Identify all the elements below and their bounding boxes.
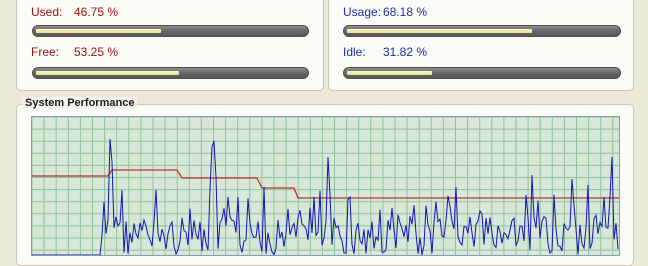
cpu-idle-value: 31.82 %: [383, 45, 428, 59]
cpu-usage-bar: [343, 25, 621, 37]
memory-used-label: Used:: [31, 5, 63, 19]
memory-free-bar: [32, 67, 309, 79]
memory-used-bar-fill: [36, 29, 161, 33]
memory-used-value: 46.75 %: [74, 5, 119, 19]
cpu-usage-label: Usage:: [343, 5, 382, 19]
memory-history-line: [32, 169, 619, 199]
memory-free-value: 53.25 %: [74, 45, 119, 59]
cpu-idle-bar: [343, 67, 621, 79]
graph-grid: [32, 117, 619, 255]
system-performance-title: System Performance: [22, 97, 138, 109]
performance-graph-canvas: [32, 117, 619, 255]
cpu-idle-bar-fill: [347, 71, 432, 75]
cpu-idle-label: Idle:: [343, 45, 366, 59]
cpu-usage-bar-fill: [347, 29, 532, 33]
cpu-usage-value: 68.18 %: [383, 5, 428, 19]
performance-graph: [31, 116, 620, 256]
memory-free-label: Free:: [31, 45, 60, 59]
memory-used-bar: [32, 25, 309, 37]
memory-free-bar-fill: [36, 71, 179, 75]
